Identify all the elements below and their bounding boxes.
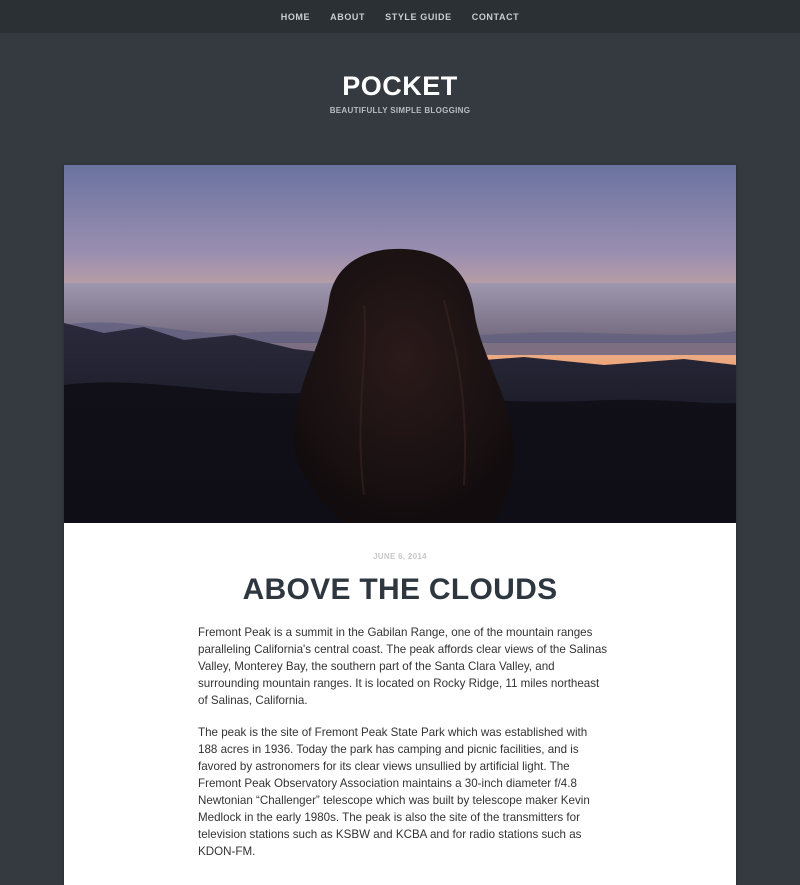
main-nav: HOME ABOUT STYLE GUIDE CONTACT — [0, 0, 800, 33]
post-paragraph: The peak is the site of Fremont Peak Sta… — [198, 726, 590, 858]
site-title[interactable]: POCKET — [0, 70, 800, 102]
nav-style-guide-link[interactable]: STYLE GUIDE — [385, 12, 452, 22]
nav-contact-link[interactable]: CONTACT — [472, 12, 520, 22]
site-tagline: BEAUTIFULLY SIMPLE BLOGGING — [329, 106, 471, 115]
nav-home-link[interactable]: HOME — [281, 12, 310, 22]
post-title[interactable]: ABOVE THE CLOUDS — [64, 572, 736, 608]
post-body: Fremont Peak is a summit in the Gabilan … — [198, 624, 608, 875]
post-card: JUNE 6, 2014 ABOVE THE CLOUDS Fremont Pe… — [64, 165, 736, 885]
hero-image — [64, 165, 736, 523]
nav-about-link[interactable]: ABOUT — [330, 12, 365, 22]
post-date: JUNE 6, 2014 — [373, 552, 427, 561]
site-header: POCKET BEAUTIFULLY SIMPLE BLOGGING — [0, 70, 800, 115]
post-paragraph: Fremont Peak is a summit in the Gabilan … — [198, 626, 608, 707]
